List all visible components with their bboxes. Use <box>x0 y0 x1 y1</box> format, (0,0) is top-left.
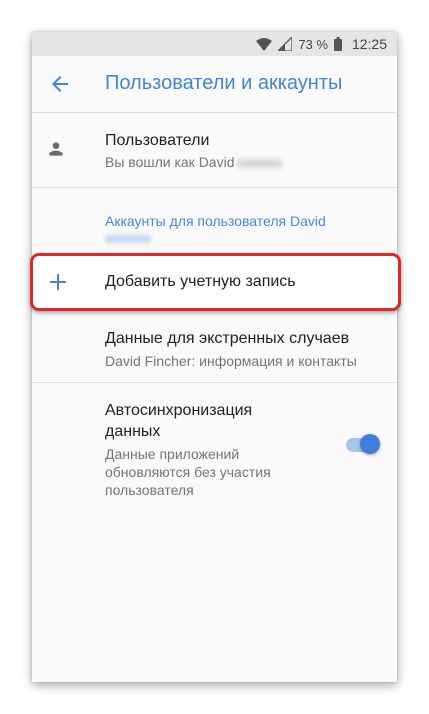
clock: 12:25 <box>351 36 387 52</box>
users-subtitle: Вы вошли как David <box>105 153 283 171</box>
users-subtitle-text: Вы вошли как David <box>105 154 235 170</box>
accounts-section-header: Аккаунты для пользователя David <box>105 213 326 229</box>
toggle-thumb <box>360 434 380 454</box>
arrow-left-icon[interactable] <box>48 72 72 96</box>
phone-screen: 73 % 12:25 Пользователи и аккаунты Польз… <box>32 32 397 682</box>
plus-icon <box>50 274 66 290</box>
autosync-title-line2: данных <box>105 423 161 440</box>
users-title: Пользователи <box>105 132 210 149</box>
autosync-title-line1: Автосинхронизация <box>105 402 253 419</box>
page-title: Пользователи и аккаунты <box>105 72 343 94</box>
redacted-name <box>236 158 283 168</box>
add-account-label: Добавить учетную запись <box>105 273 296 290</box>
battery-percent: 73 % <box>298 36 328 52</box>
add-account-row[interactable]: Добавить учетную запись <box>30 253 401 311</box>
emergency-subtitle: David Fincher: информация и контакты <box>105 353 357 369</box>
person-icon <box>49 142 63 156</box>
autosync-summary-line2: обновляются без участия <box>105 464 271 480</box>
emergency-info-row[interactable]: Данные для экстренных случаев David Finc… <box>32 314 397 382</box>
autosync-summary-line1: Данные приложений <box>105 446 240 462</box>
redacted-name <box>105 235 151 243</box>
signal-icon <box>278 37 293 51</box>
divider <box>32 187 397 188</box>
autosync-row[interactable]: Автосинхронизация данных Данные приложен… <box>32 383 397 498</box>
autosync-summary-line3: пользователя <box>105 482 194 498</box>
wifi-icon <box>256 37 273 51</box>
status-icons: 73 % 12:25 <box>256 36 387 52</box>
autosync-toggle[interactable] <box>346 434 380 456</box>
app-bar: Пользователи и аккаунты <box>32 56 397 113</box>
status-bar: 73 % 12:25 <box>32 32 397 56</box>
users-row[interactable]: Пользователи Вы вошли как David <box>32 113 397 187</box>
battery-icon <box>333 37 342 51</box>
emergency-title: Данные для экстренных случаев <box>105 330 350 347</box>
